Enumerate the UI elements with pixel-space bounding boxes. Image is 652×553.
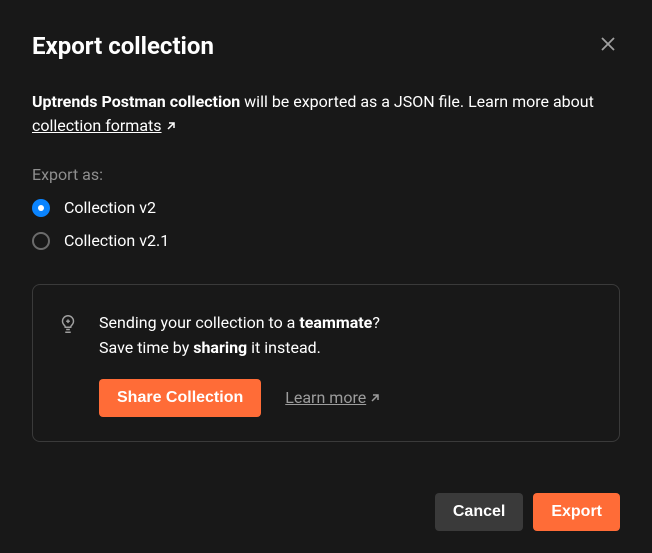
- share-info-box: Sending your collection to a teammate? S…: [32, 284, 620, 442]
- radio-indicator-unselected-icon: [32, 232, 50, 250]
- radio-collection-v2-1[interactable]: Collection v2.1: [32, 231, 620, 250]
- dialog-footer: Cancel Export: [435, 493, 620, 531]
- external-link-icon: [165, 115, 177, 139]
- cancel-button[interactable]: Cancel: [435, 493, 523, 531]
- share-info-text: Sending your collection to a teammate? S…: [99, 311, 595, 361]
- collection-name: Uptrends Postman collection: [32, 92, 240, 111]
- share-collection-button[interactable]: Share Collection: [99, 379, 261, 417]
- export-format-radio-group: Collection v2 Collection v2.1: [32, 198, 620, 250]
- export-description: Uptrends Postman collection will be expo…: [32, 90, 620, 139]
- close-icon: [600, 36, 616, 55]
- export-button[interactable]: Export: [533, 493, 620, 531]
- radio-label: Collection v2.1: [64, 231, 169, 250]
- collection-formats-link[interactable]: collection formats: [32, 116, 177, 135]
- external-link-icon: [369, 389, 381, 408]
- lightbulb-icon: [57, 313, 79, 339]
- radio-collection-v2[interactable]: Collection v2: [32, 198, 620, 217]
- radio-label: Collection v2: [64, 198, 156, 217]
- export-as-label: Export as:: [32, 165, 620, 184]
- radio-indicator-selected-icon: [32, 199, 50, 217]
- description-text: will be exported as a JSON file. Learn m…: [240, 92, 594, 111]
- learn-more-link[interactable]: Learn more: [285, 388, 381, 408]
- dialog-title: Export collection: [32, 32, 214, 60]
- close-button[interactable]: [596, 32, 620, 59]
